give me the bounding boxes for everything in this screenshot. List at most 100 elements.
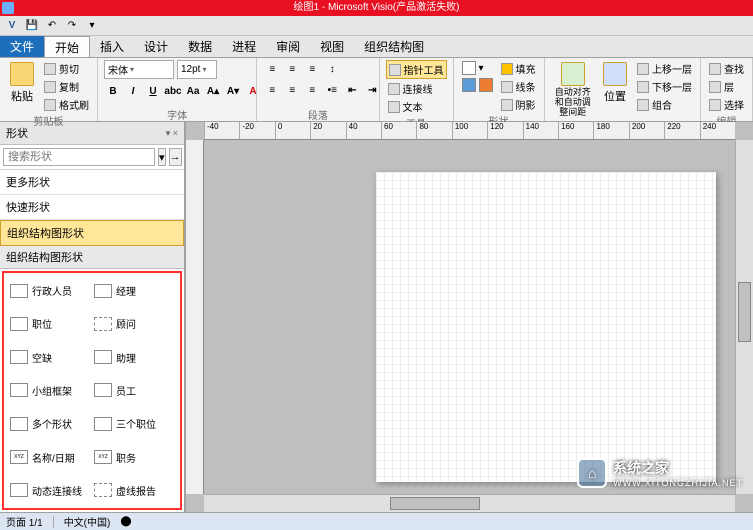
- autoalign-button[interactable]: 自动对齐和自动调整间距: [551, 60, 595, 120]
- category-orgchart-shapes[interactable]: 组织结构图形状: [0, 220, 184, 246]
- scrollbar-horizontal[interactable]: [204, 494, 735, 512]
- shape-icon: [10, 417, 28, 431]
- fill-button[interactable]: 填充: [499, 60, 538, 77]
- find-icon: [709, 63, 721, 75]
- paste-button[interactable]: 粘贴: [6, 60, 38, 106]
- redo-icon[interactable]: ↷: [64, 18, 80, 34]
- underline-button[interactable]: U: [144, 82, 162, 100]
- watermark-logo-icon: ⌂: [577, 458, 607, 488]
- shape-dynamic-connector[interactable]: 动态连接线: [10, 479, 90, 502]
- canvas-area[interactable]: -40-20020406080100120140160180200220240 …: [186, 122, 753, 512]
- shape-icon: [10, 350, 28, 364]
- grow-font-button[interactable]: A▴: [204, 82, 222, 100]
- shape-title[interactable]: XYZ职务: [94, 445, 174, 468]
- cut-button[interactable]: 剪切: [42, 60, 91, 77]
- format-painter-button[interactable]: 格式刷: [42, 96, 91, 113]
- shape-icon: [94, 483, 112, 497]
- shape-icon: [94, 284, 112, 298]
- category-more-shapes[interactable]: 更多形状: [0, 170, 184, 195]
- bold-button[interactable]: B: [104, 82, 122, 100]
- select-icon: [709, 99, 721, 111]
- select-button[interactable]: 选择: [707, 96, 746, 113]
- qat-dropdown-icon[interactable]: ▾: [84, 18, 100, 34]
- shape-name-date[interactable]: XYZ名称/日期: [10, 445, 90, 468]
- tab-data[interactable]: 数据: [178, 36, 222, 57]
- save-icon[interactable]: 💾: [24, 18, 40, 34]
- orientation-button[interactable]: ↕: [323, 60, 341, 78]
- group-button[interactable]: 组合: [635, 96, 694, 113]
- paste-label: 粘贴: [11, 88, 33, 104]
- group-icon: [637, 99, 649, 111]
- shape-consultant[interactable]: 顾问: [94, 312, 174, 335]
- tab-file[interactable]: 文件: [0, 36, 44, 57]
- shrink-font-button[interactable]: A▾: [224, 82, 242, 100]
- shape-manager[interactable]: 经理: [94, 279, 174, 302]
- status-record-icon[interactable]: ⬤: [120, 516, 131, 527]
- shape-position[interactable]: 职位: [10, 312, 90, 335]
- drawing-page[interactable]: [376, 172, 716, 482]
- shape-icon: [94, 417, 112, 431]
- tab-orgchart[interactable]: 组织结构图: [354, 36, 434, 57]
- shape-staff[interactable]: 员工: [94, 379, 174, 402]
- layer-button[interactable]: 层: [707, 78, 746, 95]
- connector-tool-button[interactable]: 连接线: [386, 80, 447, 97]
- find-button[interactable]: 查找: [707, 60, 746, 77]
- bullets-button[interactable]: •≡: [323, 81, 341, 99]
- align-right-button[interactable]: ≡: [303, 81, 321, 99]
- shape-icon: [10, 284, 28, 298]
- tab-design[interactable]: 设计: [134, 36, 178, 57]
- group-edit: 查找 层 选择 编辑: [701, 58, 753, 121]
- strike-button[interactable]: abc: [164, 82, 182, 100]
- align-left-button[interactable]: ≡: [263, 81, 281, 99]
- text-tool-button[interactable]: 文本: [386, 98, 447, 115]
- bring-forward-button[interactable]: 上移一层: [635, 60, 694, 77]
- case-button[interactable]: Aa: [184, 82, 202, 100]
- shape-assistant[interactable]: 助理: [94, 346, 174, 369]
- scrollbar-vertical[interactable]: [735, 140, 753, 494]
- group-arrange: 自动对齐和自动调整间距 位置 上移一层 下移一层 组合 排列: [545, 58, 701, 121]
- shape-icon: [94, 317, 112, 331]
- category-quick-shapes[interactable]: 快速形状: [0, 195, 184, 220]
- shape-three-positions[interactable]: 三个职位: [94, 412, 174, 435]
- scroll-thumb-h[interactable]: [390, 497, 480, 510]
- quickstyle-button[interactable]: ▾: [460, 60, 495, 76]
- shape-team-frame[interactable]: 小组框架: [10, 379, 90, 402]
- pointer-tool-button[interactable]: 指针工具: [386, 60, 447, 79]
- cut-icon: [44, 63, 56, 75]
- line-button[interactable]: 线条: [499, 78, 538, 95]
- swatch-blue[interactable]: [462, 78, 476, 92]
- clipboard-label: 剪贴板: [6, 113, 91, 125]
- painter-icon: [44, 99, 56, 111]
- visio-icon: V: [4, 18, 20, 34]
- align-center-button[interactable]: ≡: [283, 81, 301, 99]
- position-button[interactable]: 位置: [599, 60, 631, 106]
- shape-executive[interactable]: 行政人员: [10, 279, 90, 302]
- search-shapes-input[interactable]: [3, 148, 155, 166]
- app-icon: [2, 2, 14, 14]
- shape-icon: XYZ: [94, 450, 112, 464]
- tab-process[interactable]: 进程: [222, 36, 266, 57]
- italic-button[interactable]: I: [124, 82, 142, 100]
- font-name-combo[interactable]: 宋体: [104, 60, 174, 79]
- scroll-thumb-v[interactable]: [738, 282, 751, 342]
- tab-insert[interactable]: 插入: [90, 36, 134, 57]
- search-go-button[interactable]: →: [169, 148, 182, 166]
- shadow-button[interactable]: 阴影: [499, 96, 538, 113]
- status-language[interactable]: 中文(中国): [64, 514, 111, 529]
- send-backward-button[interactable]: 下移一层: [635, 78, 694, 95]
- shape-dotted-report[interactable]: 虚线报告: [94, 479, 174, 502]
- tab-home[interactable]: 开始: [44, 36, 90, 57]
- tab-view[interactable]: 视图: [310, 36, 354, 57]
- tab-review[interactable]: 审阅: [266, 36, 310, 57]
- shape-multiple[interactable]: 多个形状: [10, 412, 90, 435]
- align-middle-button[interactable]: ≡: [283, 60, 301, 78]
- swatch-orange[interactable]: [479, 78, 493, 92]
- undo-icon[interactable]: ↶: [44, 18, 60, 34]
- copy-button[interactable]: 复制: [42, 78, 91, 95]
- font-size-combo[interactable]: 12pt: [177, 60, 217, 79]
- shape-vacancy[interactable]: 空缺: [10, 346, 90, 369]
- align-bottom-button[interactable]: ≡: [303, 60, 321, 78]
- search-dropdown-button[interactable]: ▾: [158, 148, 166, 166]
- dedent-button[interactable]: ⇤: [343, 81, 361, 99]
- align-top-button[interactable]: ≡: [263, 60, 281, 78]
